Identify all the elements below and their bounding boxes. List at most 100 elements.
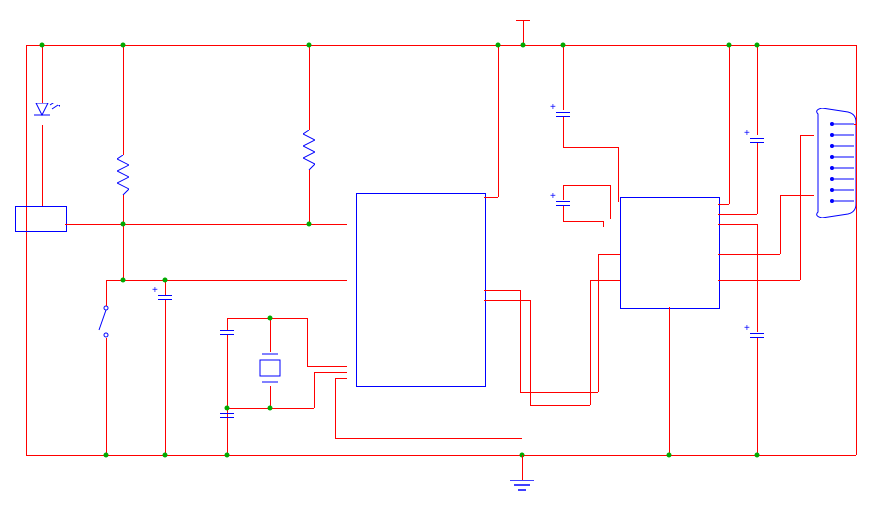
wire-u1-vcc <box>498 45 499 197</box>
rail-bottom <box>26 455 856 456</box>
wire-j2-bot <box>106 338 107 455</box>
wire-net5-v <box>590 280 591 405</box>
node-u1-vcc <box>496 43 501 48</box>
rail-top <box>26 45 856 46</box>
wire-net5-h2 <box>590 280 620 281</box>
wire-u3-j1-av <box>780 195 781 254</box>
wire-c7-bot <box>165 300 166 455</box>
node-net14 <box>268 406 273 411</box>
wire-c5-top <box>227 318 228 330</box>
r1-icon <box>303 130 315 170</box>
wire-net9 <box>563 185 610 186</box>
wire-c4-top <box>563 185 564 200</box>
wire-right-rail <box>856 45 857 455</box>
node-gnd-7 <box>755 453 760 458</box>
c1-plus: + <box>744 323 750 334</box>
node-net13 <box>268 316 273 321</box>
c3-plus: + <box>550 102 556 113</box>
ground-icon <box>510 480 534 496</box>
c2-plus: + <box>744 128 750 139</box>
r2-icon <box>117 155 129 195</box>
wire-net5-v0 <box>530 300 531 405</box>
wire-net9-v <box>610 185 611 219</box>
wire-j2-top <box>106 280 107 306</box>
wire-u1-gnd-v <box>335 378 336 438</box>
node-gnd-6 <box>667 453 672 458</box>
wire-u2-dq <box>65 224 347 225</box>
vcc-top-stub <box>523 20 524 45</box>
wire-net5-h1 <box>530 405 590 406</box>
wire-net6-v0 <box>520 290 521 392</box>
wire-u3-j1-a <box>718 254 780 255</box>
node-gnd-2 <box>163 453 168 458</box>
wire-net14-v2 <box>314 372 315 408</box>
u2-box <box>15 206 67 232</box>
wire-net7 <box>563 147 618 148</box>
wire-u3-j1-b <box>718 280 800 281</box>
wire-net6-h0 <box>484 290 520 291</box>
wire-c1-bot <box>757 338 758 455</box>
wire-net5-h0 <box>484 300 530 301</box>
wire-left-drop <box>26 45 27 455</box>
node-u3-vcc <box>727 43 732 48</box>
node-rst-junc <box>121 278 126 283</box>
wire-c2-top <box>757 45 758 135</box>
wire-net6-h1 <box>520 392 598 393</box>
node-r2-bot <box>121 222 126 227</box>
wire-net6-h2 <box>598 254 620 255</box>
wire-j1-top-gnd <box>854 124 856 125</box>
wire-c1-from-u3 <box>718 224 757 225</box>
u1-box <box>356 193 486 387</box>
wire-u2-vdd <box>42 175 43 206</box>
wire-r1-top <box>309 45 310 130</box>
wire-net6-v <box>598 254 599 392</box>
node-c6-branch <box>225 406 230 411</box>
wire-led-bot <box>42 125 43 175</box>
wire-c1-top <box>757 224 758 332</box>
wire-u1-vcc-h <box>484 197 498 198</box>
node-c7-top <box>163 278 168 283</box>
wire-rst-h <box>106 280 347 281</box>
node-gnd-3 <box>225 453 230 458</box>
wire-u1-gnd-stub <box>335 378 347 379</box>
wire-c2-to-u3 <box>718 214 757 215</box>
wire-led-top <box>42 45 43 103</box>
node-vcc-top <box>521 43 526 48</box>
wire-u3-vcc-h <box>718 204 729 205</box>
wire-net10-v <box>603 221 604 227</box>
node-c2-top <box>755 43 760 48</box>
wire-net7-v <box>618 147 619 202</box>
wire-net10 <box>563 221 603 222</box>
wire-net14-v1 <box>307 318 308 366</box>
wire-u3-vcc <box>729 45 730 204</box>
switch-icon <box>96 305 116 340</box>
wire-u3-j1-a2 <box>780 195 814 196</box>
node-gnd-1 <box>104 453 109 458</box>
dsub9f-icon <box>812 108 856 218</box>
crystal-icon <box>258 350 282 386</box>
wire-c3-bot <box>563 117 564 147</box>
u3-box <box>620 197 720 309</box>
wire-c5-bot <box>227 335 228 455</box>
wire-xtal1-in <box>314 372 347 373</box>
wire-x1-top <box>270 318 271 352</box>
wire-r1-bot <box>309 170 310 224</box>
wire-r2-bot <box>123 195 124 280</box>
wire-c3-top <box>563 45 564 110</box>
led-icon <box>30 103 60 129</box>
wire-u3-j1-bv <box>800 135 801 280</box>
wire-u3-j1-b2 <box>800 135 814 136</box>
wire-u3-gnd <box>669 307 670 455</box>
wire-c2-bot <box>757 143 758 214</box>
wire-u1-gnd-h <box>335 438 522 439</box>
node-led-top <box>40 43 45 48</box>
c4-plus: + <box>550 191 556 202</box>
node-r2-top <box>121 43 126 48</box>
wire-gnd-stub <box>522 455 523 480</box>
wire-xtal2-in <box>307 366 347 367</box>
node-r1-bot <box>307 222 312 227</box>
c7-plus: + <box>152 285 158 296</box>
wire-c4-bot <box>563 206 564 221</box>
node-r1-top <box>307 43 312 48</box>
wire-r2-top <box>123 45 124 155</box>
